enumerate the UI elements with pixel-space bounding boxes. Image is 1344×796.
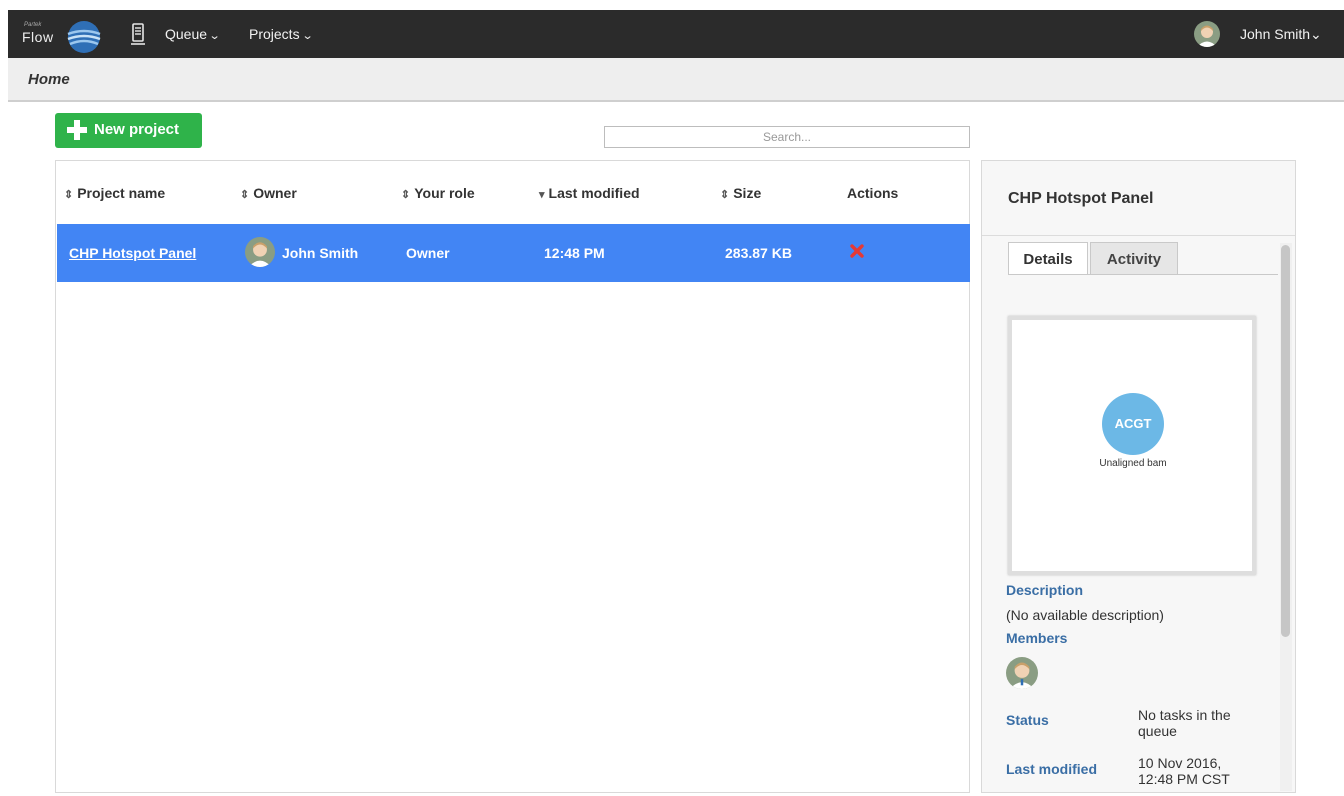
owner-name: John Smith [282,245,359,261]
file-icon-text: ACGT [1115,416,1152,431]
members-label: Members [1006,630,1068,646]
your-role-value: Owner [406,245,450,261]
tab-underline [1008,274,1278,275]
sort-icon: ⇕ [64,189,74,201]
chevron-down-icon: ⌄ [208,30,221,42]
scrollbar-thumb[interactable] [1281,245,1290,637]
queue-menu-label: Queue [165,26,208,42]
owner-avatar-icon [248,242,272,267]
status-label: Status [1006,712,1049,728]
user-avatar-icon [1197,25,1217,47]
chevron-down-icon: ⌄ [301,30,314,42]
new-project-label: New project [94,121,180,138]
column-header-label: Size [733,185,762,201]
app-logo[interactable]: Partek Flow [20,20,110,53]
user-menu[interactable]: John Smith⌄ [1240,26,1322,43]
last-modified-label: Last modified [1006,761,1098,777]
column-header-owner[interactable]: ⇕ Owner [240,185,297,201]
sort-desc-icon: ▾ [539,189,545,201]
new-project-button[interactable]: New project [55,113,202,148]
column-header-label: Your role [414,185,475,201]
size-value: 283.87 KB [725,245,792,261]
logo-brand-text: Partek [24,22,42,28]
tab-details[interactable]: Details [1008,242,1088,274]
detail-title: CHP Hotspot Panel [1008,190,1154,207]
chevron-down-icon: ⌄ [1310,26,1322,42]
logo-title: Flow [22,29,54,45]
description-label: Description [1006,582,1084,598]
column-header-project-name[interactable]: ⇕ Project name [64,185,165,201]
delete-icon[interactable] [849,243,865,259]
column-header-label: Actions [847,185,899,201]
sort-icon: ⇕ [401,189,411,201]
column-header-label: Last modified [548,185,640,201]
queue-menu[interactable]: Queue ⌄ [165,26,221,42]
projects-menu[interactable]: Projects ⌄ [249,26,314,42]
tab-activity[interactable]: Activity [1090,242,1178,274]
server-icon[interactable] [130,23,146,47]
divider [982,235,1295,236]
sort-icon: ⇕ [240,189,250,201]
file-preview: ACGT Unaligned bam [1008,316,1256,575]
projects-menu-label: Projects [249,26,300,42]
column-header-your-role[interactable]: ⇕ Your role [401,185,475,201]
search-input[interactable] [604,126,970,148]
last-modified-detail-value: 10 Nov 2016, 12:48 PM CST [1138,755,1230,787]
column-header-size[interactable]: ⇕ Size [720,185,761,201]
sort-icon: ⇕ [720,189,730,201]
status-value: No tasks in the queue [1138,707,1231,739]
project-name-link[interactable]: CHP Hotspot Panel [69,245,196,261]
owner-avatar [245,237,275,267]
file-label: Unaligned bam [1099,458,1167,469]
column-header-last-modified[interactable]: ▾ Last modified [539,185,640,201]
column-header-label: Owner [253,185,297,201]
projects-table: ⇕ Project name ⇕ Owner ⇕ Your role ▾ Last mo… [55,160,970,793]
project-detail-panel: CHP Hotspot Panel Details Activity ACGT … [981,160,1296,793]
column-header-actions: Actions [847,185,898,201]
logo-globe-icon [67,21,101,53]
plus-icon [67,120,87,140]
last-modified-value: 12:48 PM [544,245,605,261]
user-avatar[interactable] [1194,21,1220,47]
member-avatar-icon [1009,662,1035,689]
dna-file-icon[interactable]: ACGT [1101,392,1165,456]
breadcrumb: Home [8,58,1344,102]
description-value: (No available description) [1006,607,1164,623]
table-row[interactable]: CHP Hotspot Panel John Smith Owner 12:48… [57,224,970,282]
top-navbar: Partek Flow Queue ⌄ Projects ⌄ John Smith⌄ [8,10,1344,58]
member-avatar[interactable] [1006,657,1038,689]
user-name-label: John Smith [1240,26,1311,42]
breadcrumb-home[interactable]: Home [28,71,70,88]
column-header-label: Project name [77,185,166,201]
